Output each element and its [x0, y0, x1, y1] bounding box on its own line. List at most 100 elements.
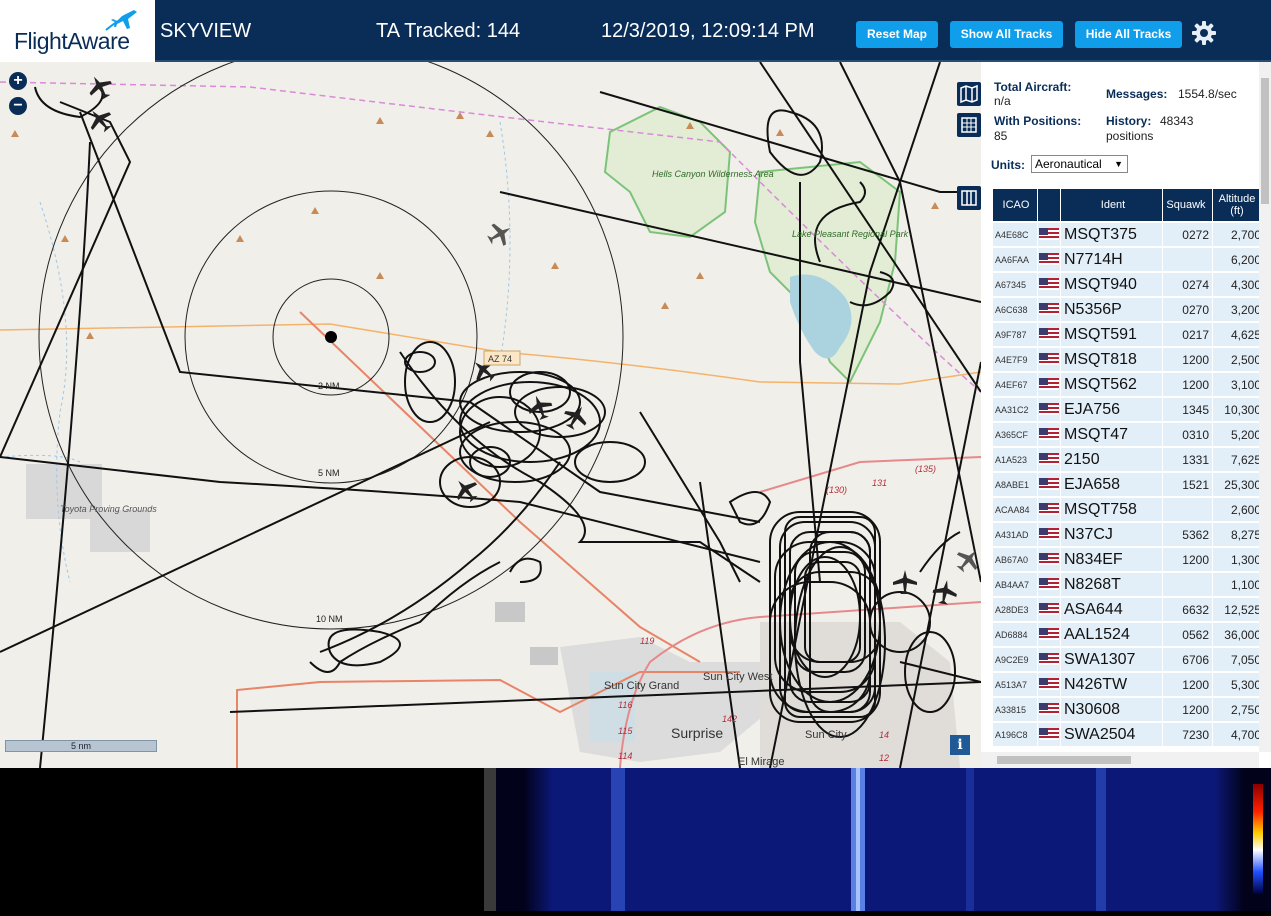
aircraft-icon[interactable]: [449, 473, 483, 507]
table-row[interactable]: A4EF67 MSQT562 1200 3,100: [993, 373, 1261, 396]
table-row[interactable]: A4E7F9 MSQT818 1200 2,500: [993, 348, 1261, 371]
table-row[interactable]: A431AD N37CJ 5362 8,275: [993, 523, 1261, 546]
zoom-out-button[interactable]: −: [9, 97, 27, 115]
road-label: 14: [879, 730, 889, 740]
squawk-cell: 1200: [1163, 373, 1212, 396]
us-flag-icon: [1039, 578, 1059, 591]
aircraft-icon[interactable]: [931, 578, 959, 606]
columns-toggle-button[interactable]: [957, 186, 981, 210]
squawk-cell: [1163, 573, 1212, 596]
table-row[interactable]: A1A523 2150 1331 7,625: [993, 448, 1261, 471]
table-row[interactable]: A6C638 N5356P 0270 3,200: [993, 298, 1261, 321]
map-view[interactable]: 2 NM 5 NM 10 NM Hells Canyon Wilderness …: [0, 62, 981, 768]
place-label-hells-canyon: Hells Canyon Wilderness Area: [652, 169, 774, 179]
place-label-sun-city-west: Sun City West: [703, 671, 773, 683]
altitude-cell: 4,625: [1213, 323, 1261, 346]
waterfall-panel: [496, 768, 1271, 911]
show-all-tracks-button[interactable]: Show All Tracks: [950, 21, 1063, 48]
squawk-cell: 1200: [1163, 698, 1212, 721]
icao-cell: A33815: [993, 698, 1037, 721]
table-row[interactable]: A9C2E9 SWA1307 6706 7,050: [993, 648, 1261, 671]
icao-cell: A4E68C: [993, 223, 1037, 246]
reset-map-button[interactable]: Reset Map: [856, 21, 938, 48]
table-row[interactable]: A4E68C MSQT375 0272 2,700: [993, 223, 1261, 246]
table-row[interactable]: AA6FAA N7714H 6,200: [993, 248, 1261, 271]
map-scale: 5 nm: [5, 740, 157, 752]
aircraft-table-body: A4E68C MSQT375 0272 2,700 AA6FAA N7714H 6,200 A…: [993, 223, 1261, 746]
squawk-cell: 0270: [1163, 298, 1212, 321]
flightaware-logo[interactable]: FlightAware: [0, 0, 155, 62]
sidebar-vertical-scroll-thumb[interactable]: [1261, 78, 1269, 204]
aircraft-icon[interactable]: [484, 218, 517, 251]
table-row[interactable]: A513A7 N426TW 1200 5,300: [993, 673, 1261, 696]
column-header-icao[interactable]: ICAO: [993, 189, 1037, 221]
panel-divider[interactable]: [484, 768, 496, 911]
zoom-in-button[interactable]: +: [9, 72, 27, 90]
grid-toggle-button[interactable]: [957, 113, 981, 137]
flag-cell: [1038, 248, 1060, 271]
icao-cell: A4E7F9: [993, 348, 1037, 371]
sidebar-horizontal-scroll-thumb[interactable]: [997, 756, 1131, 764]
road-label: 115: [618, 726, 633, 736]
aircraft-icon[interactable]: [560, 401, 593, 434]
table-row[interactable]: A365CF MSQT47 0310 5,200: [993, 423, 1261, 446]
units-label: Units:: [991, 158, 1025, 172]
waterfall-display: [524, 768, 1263, 911]
az74-label: AZ 74: [488, 354, 512, 364]
icao-cell: AA31C2: [993, 398, 1037, 421]
table-row[interactable]: A8ABE1 EJA658 1521 25,300: [993, 473, 1261, 496]
aircraft-icon[interactable]: [84, 71, 117, 104]
aircraft-icon[interactable]: [893, 570, 917, 594]
squawk-cell: 1521: [1163, 473, 1212, 496]
icao-cell: A67345: [993, 273, 1037, 296]
flag-cell: [1038, 373, 1060, 396]
flag-cell: [1038, 448, 1060, 471]
us-flag-icon: [1039, 603, 1059, 616]
squawk-cell: 5362: [1163, 523, 1212, 546]
table-row[interactable]: A9F787 MSQT591 0217 4,625: [993, 323, 1261, 346]
icao-cell: A431AD: [993, 523, 1037, 546]
ident-cell: MSQT818: [1061, 348, 1162, 371]
flag-cell: [1038, 673, 1060, 696]
table-row[interactable]: A196C8 SWA2504 7230 4,700: [993, 723, 1261, 746]
column-header-ident[interactable]: Ident: [1061, 189, 1162, 221]
us-flag-icon: [1039, 328, 1059, 341]
table-row[interactable]: AB67A0 N834EF 1200 1,300: [993, 548, 1261, 571]
table-row[interactable]: A33815 N30608 1200 2,750: [993, 698, 1261, 721]
chevron-down-icon: ▼: [1114, 159, 1123, 169]
place-label-sun-city: Sun City: [805, 729, 847, 741]
info-button[interactable]: i: [950, 735, 970, 755]
us-flag-icon: [1039, 403, 1059, 416]
column-header-flag[interactable]: [1038, 189, 1060, 221]
altitude-cell: 25,300: [1213, 473, 1261, 496]
units-select[interactable]: Aeronautical ▼: [1031, 155, 1128, 173]
us-flag-icon: [1039, 653, 1059, 666]
column-header-altitude[interactable]: Altitude (ft): [1213, 189, 1261, 221]
tracked-count: TA Tracked: 144: [376, 20, 521, 42]
table-row[interactable]: AD6884 AAL1524 0562 36,000: [993, 623, 1261, 646]
gear-icon[interactable]: [1190, 19, 1218, 47]
squawk-cell: 0562: [1163, 623, 1212, 646]
us-flag-icon: [1039, 628, 1059, 641]
total-aircraft-label: Total Aircraft:: [994, 80, 1072, 94]
table-row[interactable]: A67345 MSQT940 0274 4,300: [993, 273, 1261, 296]
place-label-sun-city-grand: Sun City Grand: [604, 680, 679, 692]
table-row[interactable]: ACAA84 MSQT758 2,600: [993, 498, 1261, 521]
table-row[interactable]: AA31C2 EJA756 1345 10,300: [993, 398, 1261, 421]
road-label: (130): [826, 485, 847, 495]
map-layer-button[interactable]: [957, 82, 981, 106]
map-canvas[interactable]: 2 NM 5 NM 10 NM Hells Canyon Wilderness …: [0, 62, 981, 768]
squawk-cell: 0272: [1163, 223, 1212, 246]
hide-all-tracks-button[interactable]: Hide All Tracks: [1075, 21, 1182, 48]
icao-cell: A1A523: [993, 448, 1037, 471]
table-row[interactable]: A28DE3 ASA644 6632 12,525: [993, 598, 1261, 621]
ident-cell: N7714H: [1061, 248, 1162, 271]
icao-cell: AA6FAA: [993, 248, 1037, 271]
table-row[interactable]: AB4AA7 N8268T 1,100: [993, 573, 1261, 596]
altitude-cell: 2,500: [1213, 348, 1261, 371]
us-flag-icon: [1039, 253, 1059, 266]
column-header-squawk[interactable]: Squawk: [1163, 189, 1212, 221]
flag-cell: [1038, 723, 1060, 746]
place-label-el-mirage: El Mirage: [738, 756, 784, 768]
icao-cell: AB4AA7: [993, 573, 1037, 596]
